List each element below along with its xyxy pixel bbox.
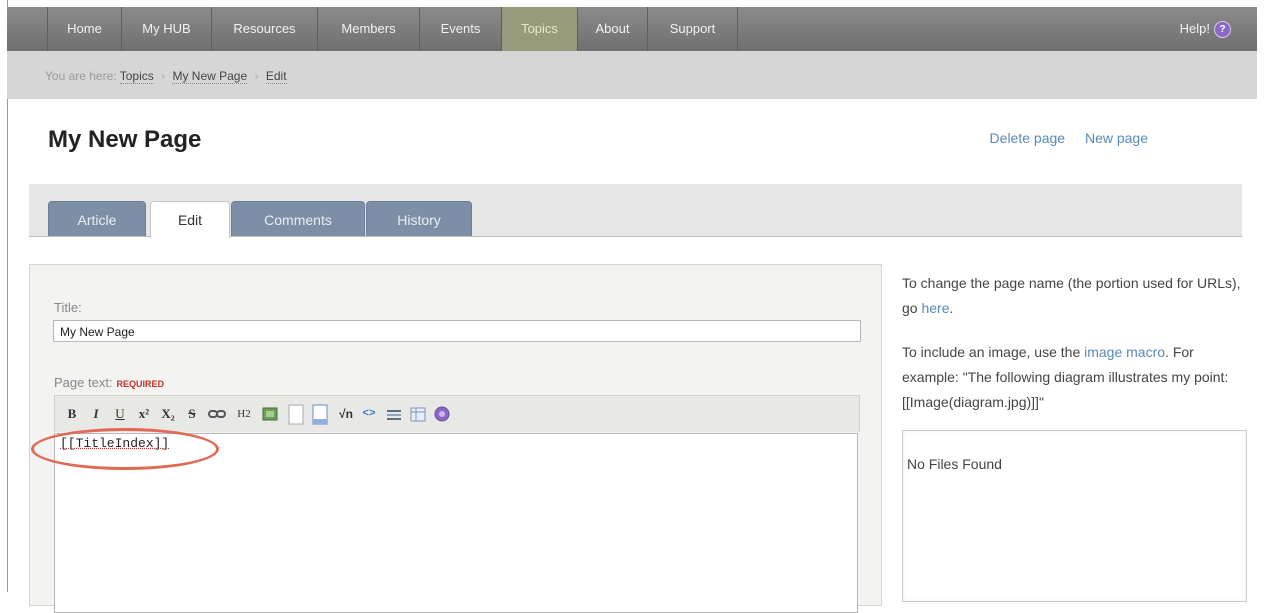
math-icon[interactable]: √n (335, 404, 357, 424)
help-circle-icon: ? (1214, 21, 1231, 38)
delete-page-link[interactable]: Delete page (990, 130, 1066, 146)
page-actions: Delete page New page (974, 130, 1148, 146)
link-icon[interactable] (207, 404, 227, 424)
page-title: My New Page (48, 126, 202, 153)
tab-edit[interactable]: Edit (150, 201, 230, 238)
horizontal-rule-icon[interactable] (385, 404, 403, 424)
heading-h2-button[interactable]: H2 (233, 404, 255, 424)
code-icon[interactable]: <> (361, 404, 377, 424)
required-badge: REQUIRED (116, 379, 165, 389)
breadcrumb-edit[interactable]: Edit (265, 69, 287, 84)
breadcrumb-prefix: You are here: (45, 69, 117, 83)
nav-spacer (7, 7, 48, 51)
breadcrumb-topics[interactable]: Topics (119, 69, 154, 84)
no-files-text: No Files Found (907, 456, 1002, 472)
breadcrumb-separator: › (161, 69, 166, 83)
tab-article[interactable]: Article (48, 201, 146, 236)
table-icon[interactable] (409, 404, 427, 424)
nav-item-topics[interactable]: Topics (502, 7, 578, 51)
help-label: Help! (1179, 21, 1210, 36)
nav-item-events[interactable]: Events (420, 7, 502, 51)
breadcrumb-bar: You are here: Topics › My New Page › Edi… (7, 51, 1257, 99)
here-link[interactable]: here (921, 300, 949, 316)
bold-button[interactable]: B (65, 404, 79, 424)
help-icon[interactable] (433, 404, 451, 424)
file-icon[interactable] (311, 404, 329, 425)
nav-item-home[interactable]: Home (48, 7, 122, 51)
tab-history[interactable]: History (366, 201, 472, 236)
page-name-help: To change the page name (the portion use… (902, 275, 1241, 316)
help-menu[interactable]: Help!? (1180, 7, 1231, 51)
editor-toolbar: B I U x² X₂ S H2 √n <> (54, 395, 860, 432)
breadcrumb: You are here: Topics › My New Page › Edi… (45, 69, 287, 84)
new-page-link[interactable]: New page (1085, 130, 1148, 146)
nav-item-support[interactable]: Support (648, 7, 738, 51)
nav-item-members[interactable]: Members (318, 7, 420, 51)
tab-bar: Article Edit Comments History (29, 184, 1242, 238)
breadcrumb-separator: › (254, 69, 259, 83)
nav-item-my-hub[interactable]: My HUB (122, 7, 212, 51)
nav-item-resources[interactable]: Resources (212, 7, 318, 51)
files-panel: No Files Found (902, 430, 1247, 602)
underline-button[interactable]: U (113, 404, 127, 424)
highlight-oval (31, 428, 219, 470)
title-label: Title: (54, 300, 82, 315)
superscript-button[interactable]: x² (135, 404, 153, 424)
page-text-label: Page text: REQUIRED (54, 375, 165, 390)
page-icon[interactable] (287, 404, 305, 425)
image-macro-link[interactable]: image macro (1084, 344, 1165, 360)
nav-item-about[interactable]: About (578, 7, 648, 51)
strikethrough-button[interactable]: S (185, 404, 199, 424)
italic-button[interactable]: I (89, 404, 103, 424)
top-nav: Home My HUB Resources Members Events Top… (7, 7, 1257, 52)
subscript-button[interactable]: X₂ (159, 404, 177, 424)
title-input[interactable]: My New Page (53, 320, 861, 342)
image-macro-help: To include an image, use the image macro… (902, 344, 1229, 410)
breadcrumb-my-new-page[interactable]: My New Page (172, 69, 248, 84)
tab-comments[interactable]: Comments (231, 201, 365, 236)
image-icon[interactable] (261, 404, 279, 424)
